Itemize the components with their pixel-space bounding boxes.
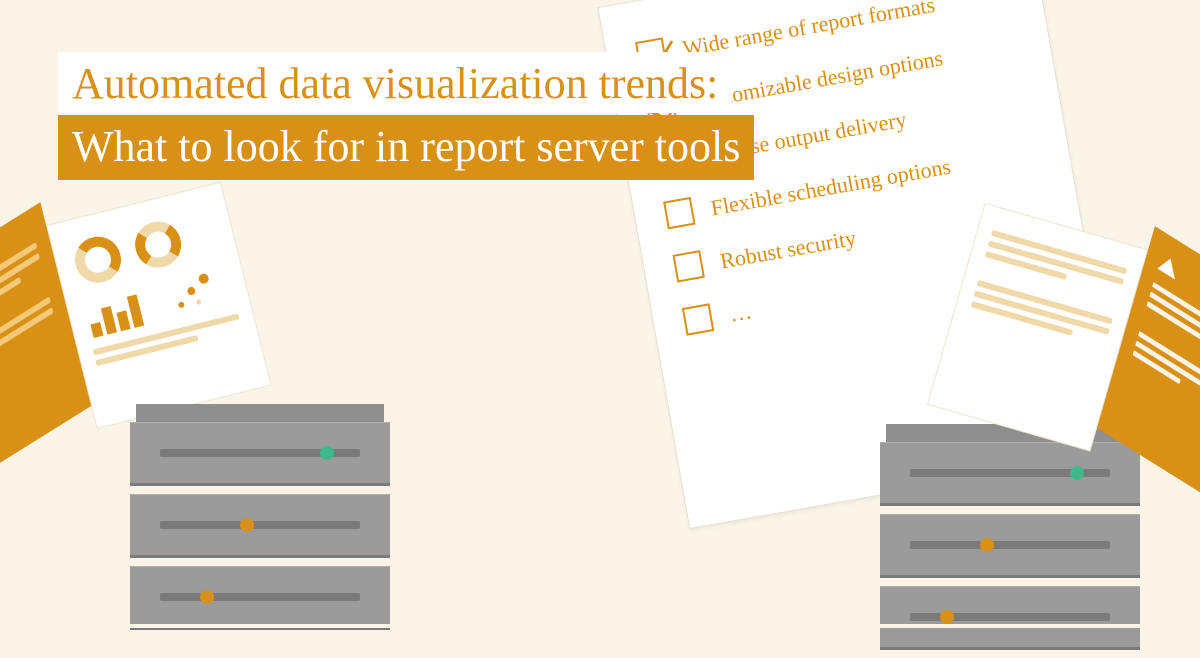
checklist-item-label: Robust security — [718, 223, 858, 274]
status-led-green-icon — [320, 446, 334, 460]
bar-chart-icon — [86, 292, 145, 338]
title-line-2: What to look for in report server tools — [58, 115, 754, 180]
server-unit — [130, 566, 390, 630]
server-top-plate — [136, 404, 384, 422]
title-line-1: Automated data visualization trends: — [58, 52, 732, 113]
checkbox-empty-icon — [672, 250, 704, 282]
hero-title: Automated data visualization trends: Wha… — [58, 52, 754, 180]
server-unit — [130, 422, 390, 486]
server-unit — [880, 586, 1140, 650]
donut-chart-icon — [70, 232, 126, 288]
checklist-item-label: … — [727, 296, 754, 327]
status-led-orange-icon — [980, 538, 994, 552]
server-unit — [880, 514, 1140, 578]
checkbox-empty-icon — [682, 303, 714, 335]
server-rack-right — [880, 424, 1140, 658]
status-led-green-icon — [1070, 466, 1084, 480]
donut-chart-icon — [130, 217, 186, 273]
triangle-logo-icon — [1157, 253, 1179, 279]
server-slot-icon — [160, 521, 360, 529]
server-slot-icon — [160, 593, 360, 601]
server-slot-icon — [910, 541, 1110, 549]
status-led-orange-icon — [240, 518, 254, 532]
scatter-chart-icon — [168, 266, 226, 317]
status-led-orange-icon — [940, 610, 954, 624]
server-rack-left — [130, 404, 390, 638]
server-unit — [130, 494, 390, 558]
checkbox-empty-icon — [663, 197, 695, 229]
status-led-orange-icon — [200, 590, 214, 604]
bottom-crop-strip — [0, 624, 1200, 628]
